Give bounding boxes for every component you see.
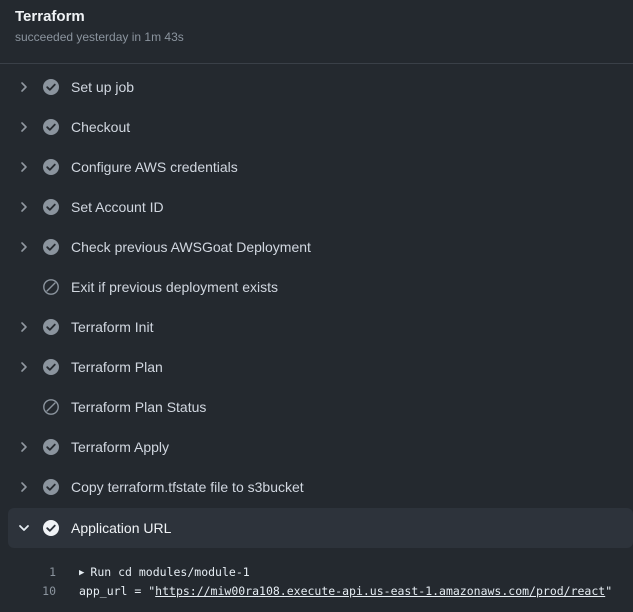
check-circle-icon	[42, 198, 60, 216]
step-label: Configure AWS credentials	[71, 159, 238, 175]
app-url-link[interactable]: https://miw00ra108.execute-api.us-east-1…	[155, 584, 605, 598]
log-text: app_url = "https://miw00ra108.execute-ap…	[79, 584, 612, 598]
check-circle-icon	[42, 238, 60, 256]
check-circle-icon	[42, 118, 60, 136]
log-line: 10 app_url = "https://miw00ra108.execute…	[8, 581, 633, 600]
log-prefix: app_url = "	[79, 583, 156, 598]
check-circle-icon	[42, 438, 60, 456]
step-label: Set Account ID	[71, 199, 164, 215]
check-circle-icon	[42, 158, 60, 176]
step-label: Terraform Plan Status	[71, 399, 207, 415]
chevron-down-icon[interactable]	[17, 521, 31, 535]
skipped-icon	[42, 278, 60, 296]
check-circle-icon	[42, 358, 60, 376]
log-suffix: "	[605, 583, 613, 598]
step-label: Terraform Plan	[71, 359, 163, 375]
chevron-right-icon[interactable]	[17, 320, 31, 334]
triangle-right-icon: ▶	[79, 567, 85, 578]
log-line[interactable]: 1 ▶ Run cd modules/module-1	[8, 562, 633, 581]
step-label: Check previous AWSGoat Deployment	[71, 239, 311, 255]
step-terraform-init[interactable]: Terraform Init	[8, 307, 633, 347]
chevron-right-icon[interactable]	[17, 440, 31, 454]
steps-list: Set up job Checkout Configure AWS creden…	[0, 67, 633, 600]
step-set-up-job[interactable]: Set up job	[8, 67, 633, 107]
check-circle-icon	[42, 478, 60, 496]
job-title: Terraform	[15, 8, 85, 25]
step-set-account-id[interactable]: Set Account ID	[8, 187, 633, 227]
step-copy-tfstate[interactable]: Copy terraform.tfstate file to s3bucket	[8, 467, 633, 507]
step-terraform-plan[interactable]: Terraform Plan	[8, 347, 633, 387]
check-circle-icon	[42, 78, 60, 96]
step-log: 1 ▶ Run cd modules/module-1 10 app_url = …	[8, 548, 633, 600]
step-exit-if-previous-deployment[interactable]: Exit if previous deployment exists	[8, 267, 633, 307]
step-label: Exit if previous deployment exists	[71, 279, 278, 295]
chevron-right-icon[interactable]	[17, 80, 31, 94]
line-number[interactable]: 10	[8, 584, 56, 598]
step-terraform-plan-status[interactable]: Terraform Plan Status	[8, 387, 633, 427]
line-number[interactable]: 1	[8, 565, 56, 579]
job-header: Terraform succeeded yesterday in 1m 43s	[0, 0, 633, 64]
chevron-right-icon[interactable]	[17, 120, 31, 134]
step-configure-aws-credentials[interactable]: Configure AWS credentials	[8, 147, 633, 187]
job-status-text: succeeded yesterday in 1m 43s	[15, 30, 184, 44]
step-label: Application URL	[71, 520, 172, 536]
step-label: Checkout	[71, 119, 131, 135]
chevron-right-icon[interactable]	[17, 240, 31, 254]
step-label: Set up job	[71, 79, 135, 95]
chevron-right-icon[interactable]	[17, 200, 31, 214]
chevron-right-icon[interactable]	[17, 480, 31, 494]
step-label: Copy terraform.tfstate file to s3bucket	[71, 479, 304, 495]
step-check-previous-deployment[interactable]: Check previous AWSGoat Deployment	[8, 227, 633, 267]
step-checkout[interactable]: Checkout	[8, 107, 633, 147]
chevron-right-icon[interactable]	[17, 360, 31, 374]
skipped-icon	[42, 398, 60, 416]
log-group-text: Run cd modules/module-1	[90, 564, 250, 579]
check-circle-icon	[42, 519, 60, 537]
step-label: Terraform Apply	[71, 439, 170, 455]
step-label: Terraform Init	[71, 319, 154, 335]
step-terraform-apply[interactable]: Terraform Apply	[8, 427, 633, 467]
step-application-url[interactable]: Application URL	[8, 508, 633, 548]
check-circle-icon	[42, 318, 60, 336]
chevron-right-icon[interactable]	[17, 160, 31, 174]
log-group-line[interactable]: ▶ Run cd modules/module-1	[79, 565, 250, 579]
